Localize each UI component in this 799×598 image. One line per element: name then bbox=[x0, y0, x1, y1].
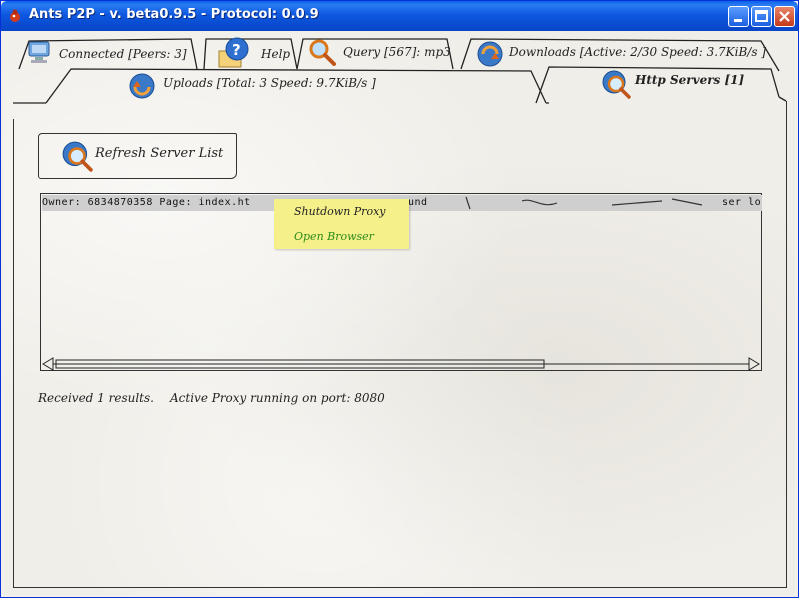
scrollbar-track bbox=[42, 357, 760, 371]
panel-bottom-border bbox=[13, 587, 787, 588]
panel-right-border bbox=[786, 101, 787, 587]
tab-downloads-label: Downloads [Active: 2/30 Speed: 3.7KiB/s … bbox=[509, 45, 766, 59]
minimize-icon bbox=[734, 19, 742, 22]
app-window: Ants P2P - v. beta0.9.5 - Protocol: 0.0.… bbox=[0, 0, 799, 598]
menu-item-shutdown-proxy[interactable]: Shutdown Proxy bbox=[294, 205, 386, 218]
tab-help[interactable]: ? Help bbox=[213, 35, 293, 68]
tab-query[interactable]: Query [567]: mp3 bbox=[307, 39, 457, 69]
ant-app-icon bbox=[10, 9, 20, 22]
tab-http-servers[interactable]: Http Servers [1] bbox=[601, 69, 771, 99]
refresh-server-list-button[interactable]: Refresh Server List bbox=[38, 133, 237, 179]
status-received: Received 1 results. bbox=[38, 391, 154, 405]
maximize-icon bbox=[755, 10, 768, 22]
close-button[interactable] bbox=[774, 6, 795, 27]
tab-uploads-label: Uploads [Total: 3 Speed: 9.7KiB/s ] bbox=[163, 76, 376, 90]
help-icon: ? bbox=[218, 37, 249, 68]
minimize-button[interactable] bbox=[728, 6, 749, 27]
svg-text:?: ? bbox=[232, 41, 241, 59]
horizontal-scrollbar[interactable] bbox=[41, 356, 761, 371]
magnifier-icon bbox=[309, 39, 336, 66]
panel-left-border bbox=[13, 119, 14, 587]
scribble-decoration bbox=[465, 196, 703, 210]
tab-connected[interactable]: Connected [Peers: 3] bbox=[25, 39, 195, 69]
context-menu: Shutdown Proxy Open Browser bbox=[274, 199, 409, 249]
maximize-button[interactable] bbox=[751, 6, 772, 27]
tab-help-label: Help bbox=[261, 47, 291, 61]
server-icon bbox=[602, 70, 631, 99]
refresh-icon bbox=[62, 141, 93, 172]
status-proxy: Active Proxy running on port: 8080 bbox=[170, 391, 385, 405]
row-text-end: ser lo bbox=[722, 197, 762, 208]
row-text: Owner: 6834870358 Page: index.ht bbox=[42, 197, 251, 208]
title-bar[interactable]: Ants P2P - v. beta0.9.5 - Protocol: 0.0.… bbox=[1, 1, 798, 31]
tab-uploads[interactable]: Uploads [Total: 3 Speed: 9.7KiB/s ] bbox=[127, 71, 447, 101]
window-title: Ants P2P - v. beta0.9.5 - Protocol: 0.0.… bbox=[29, 7, 319, 22]
close-icon bbox=[779, 11, 790, 22]
menu-item-open-browser[interactable]: Open Browser bbox=[294, 230, 374, 243]
download-icon bbox=[477, 41, 503, 67]
upload-icon bbox=[129, 73, 155, 99]
row-text-tail: und bbox=[408, 197, 428, 208]
tab-query-label: Query [567]: mp3 bbox=[343, 45, 451, 59]
refresh-server-list-label: Refresh Server List bbox=[95, 146, 224, 161]
tab-downloads[interactable]: Downloads [Active: 2/30 Speed: 3.7KiB/s … bbox=[475, 39, 775, 69]
computer-icon bbox=[28, 41, 50, 63]
tab-http-servers-label: Http Servers [1] bbox=[635, 73, 745, 87]
tab-connected-label: Connected [Peers: 3] bbox=[59, 47, 187, 61]
